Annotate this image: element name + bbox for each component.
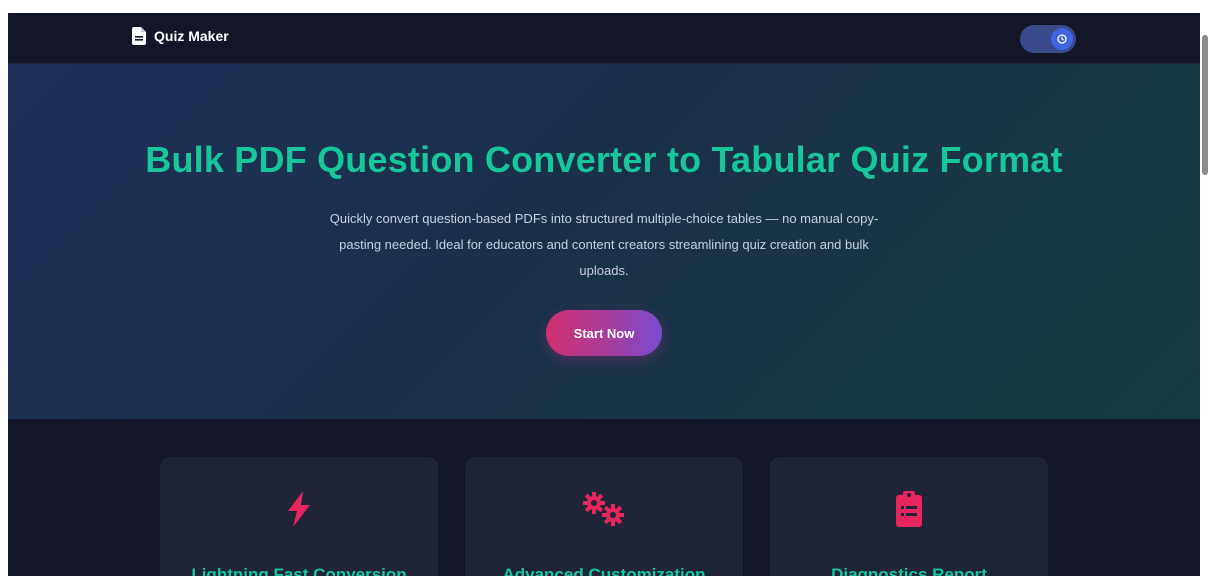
feature-title: Lightning Fast Conversion (191, 565, 407, 576)
scrollbar-thumb[interactable] (1202, 35, 1208, 175)
moon-icon (1051, 28, 1073, 50)
document-icon (132, 27, 146, 45)
feature-card-customization: Advanced Customization (465, 457, 743, 576)
hero-title: Bulk PDF Question Converter to Tabular Q… (145, 139, 1063, 180)
feature-card-diagnostics: Diagnostics Report (770, 457, 1048, 576)
features-section: Lightning Fast Conversion Advanced Custo… (8, 419, 1200, 576)
lightning-icon (160, 491, 438, 527)
gears-icon (465, 491, 743, 527)
theme-toggle[interactable] (1020, 25, 1076, 53)
feature-card-fast-conversion: Lightning Fast Conversion (160, 457, 438, 576)
navbar: Quiz Maker (8, 13, 1200, 64)
hero-section: Bulk PDF Question Converter to Tabular Q… (8, 64, 1200, 419)
hero-subtitle: Quickly convert question-based PDFs into… (329, 211, 879, 278)
brand-name: Quiz Maker (154, 28, 229, 44)
feature-title: Diagnostics Report (831, 565, 987, 576)
clipboard-icon (770, 491, 1048, 527)
brand-link[interactable]: Quiz Maker (132, 27, 229, 45)
feature-title: Advanced Customization (502, 565, 706, 576)
scrollbar[interactable] (1200, 13, 1210, 576)
start-now-button[interactable]: Start Now (546, 310, 662, 356)
page-viewport: Quiz Maker Bulk PDF Question Converter t… (8, 13, 1200, 576)
